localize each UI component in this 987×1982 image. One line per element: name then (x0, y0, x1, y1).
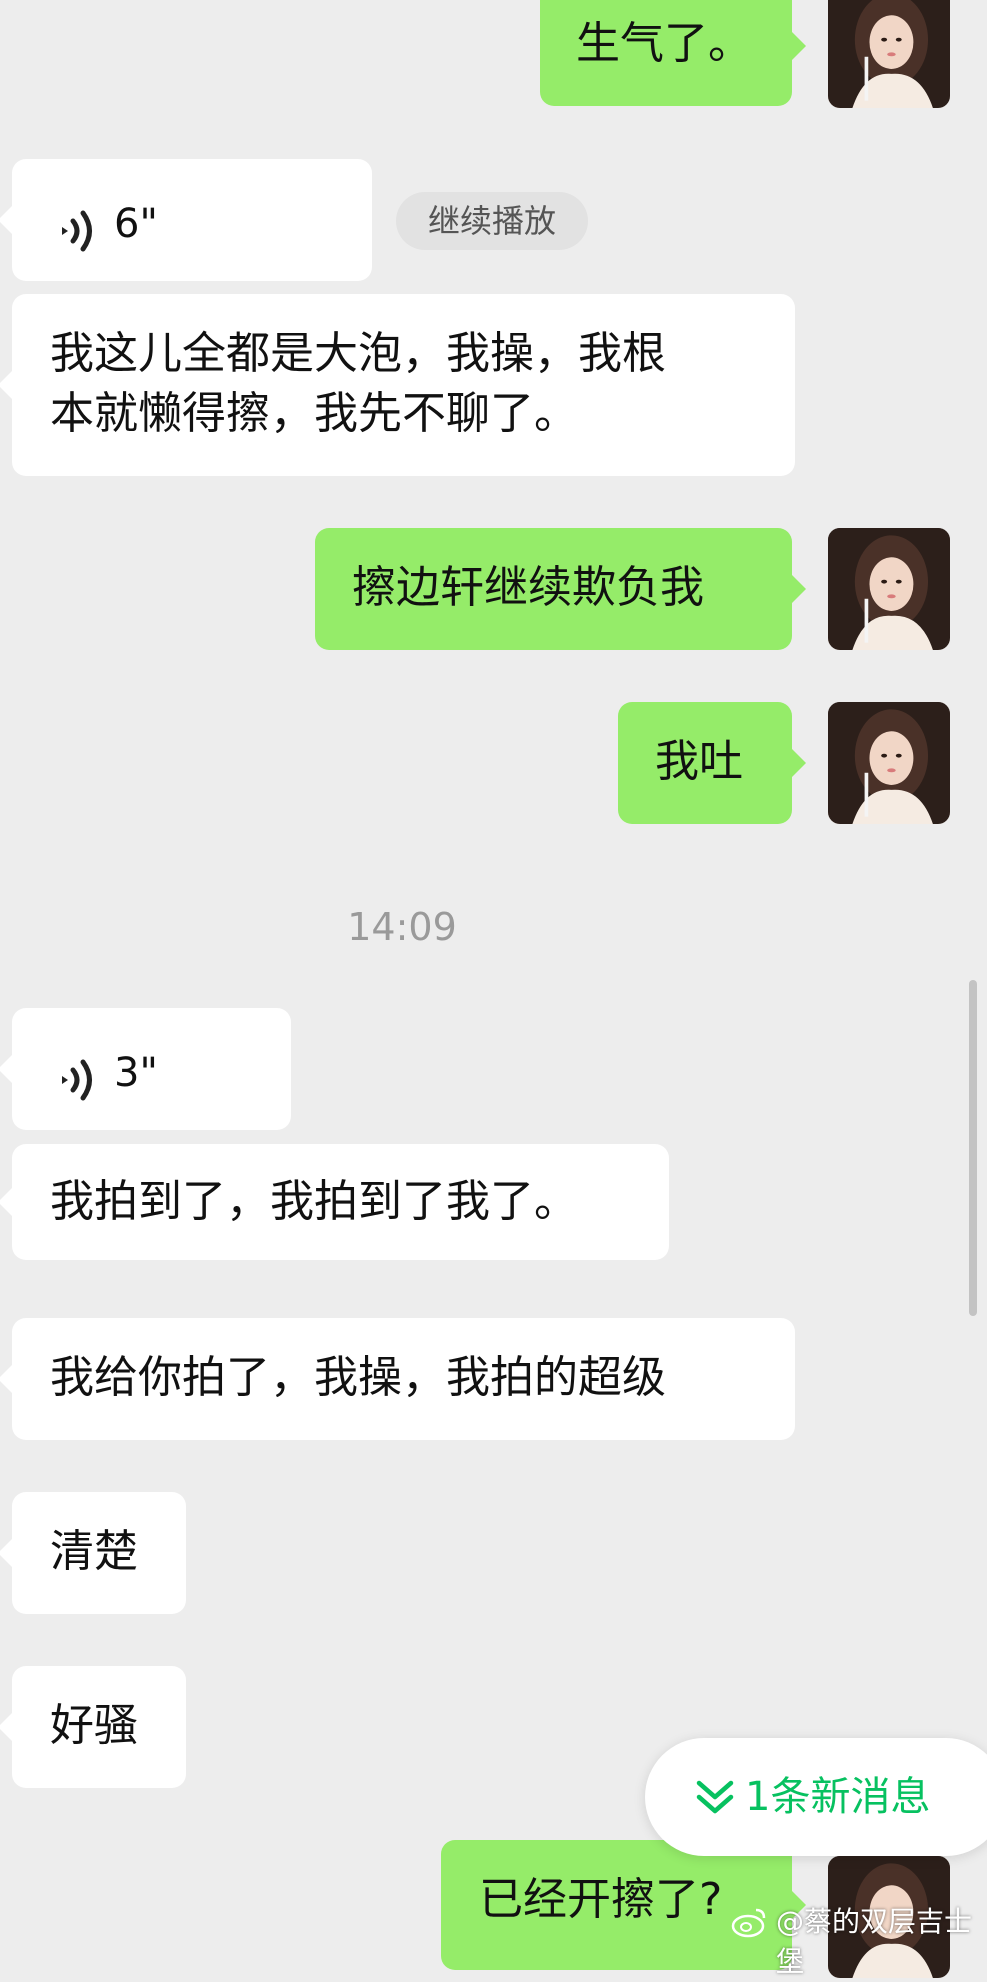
new-message-label: 1条新消息 (745, 1774, 931, 1820)
voice-duration: 3" (114, 1050, 158, 1096)
message-text: 清楚 (50, 1526, 138, 1577)
message-text: 好骚 (50, 1700, 138, 1751)
message-text: 我吐 (655, 736, 743, 787)
message-bubble-received[interactable]: 我这儿全都是大泡，我操，我根 本就懒得擦，我先不聊了。 (0, 294, 795, 476)
continue-play-button[interactable]: 继续播放 (396, 192, 588, 250)
message-text: 我给你拍了，我操，我拍的超级 (50, 1352, 666, 1403)
message-bubble-received[interactable]: 好骚 (0, 1666, 186, 1788)
new-message-button[interactable]: 1条新消息 (645, 1738, 987, 1856)
voice-wave-icon (62, 210, 92, 252)
message-text: 我拍到了，我拍到了我了。 (50, 1176, 578, 1227)
message-timestamp: 14:09 (347, 905, 457, 949)
avatar[interactable] (828, 528, 950, 650)
message-bubble-received[interactable]: 清楚 (0, 1492, 186, 1614)
avatar-image (828, 528, 950, 650)
message-bubble-sent[interactable]: 生气了。 (540, 0, 806, 106)
avatar[interactable] (828, 0, 950, 108)
avatar-image (828, 702, 950, 824)
watermark-text: @蔡的双层吉士堡 (776, 1905, 973, 1978)
voice-message-bubble[interactable]: 6" (0, 159, 372, 281)
voice-wave-icon (62, 1059, 92, 1101)
scrollbar-thumb[interactable] (969, 980, 977, 1316)
message-bubble-received[interactable]: 我给你拍了，我操，我拍的超级 (0, 1318, 795, 1440)
message-bubble-sent[interactable]: 擦边轩继续欺负我 (315, 528, 806, 650)
message-text: 生气了。 (576, 18, 752, 69)
double-chevron-down-icon (696, 1780, 734, 1814)
message-text: 已经开擦了? (479, 1874, 723, 1925)
voice-message-bubble[interactable]: 3" (0, 1008, 291, 1130)
message-text-line-2: 本就懒得擦，我先不聊了。 (50, 388, 578, 439)
avatar-image (828, 0, 950, 108)
message-text-line-1: 我这儿全都是大泡，我操，我根 (50, 328, 666, 379)
voice-duration: 6" (114, 201, 158, 247)
message-bubble-sent[interactable]: 我吐 (618, 702, 806, 824)
message-text: 擦边轩继续欺负我 (352, 562, 704, 613)
message-bubble-received[interactable]: 我拍到了，我拍到了我了。 (0, 1144, 669, 1260)
weibo-icon (731, 1908, 766, 1938)
avatar[interactable] (828, 702, 950, 824)
